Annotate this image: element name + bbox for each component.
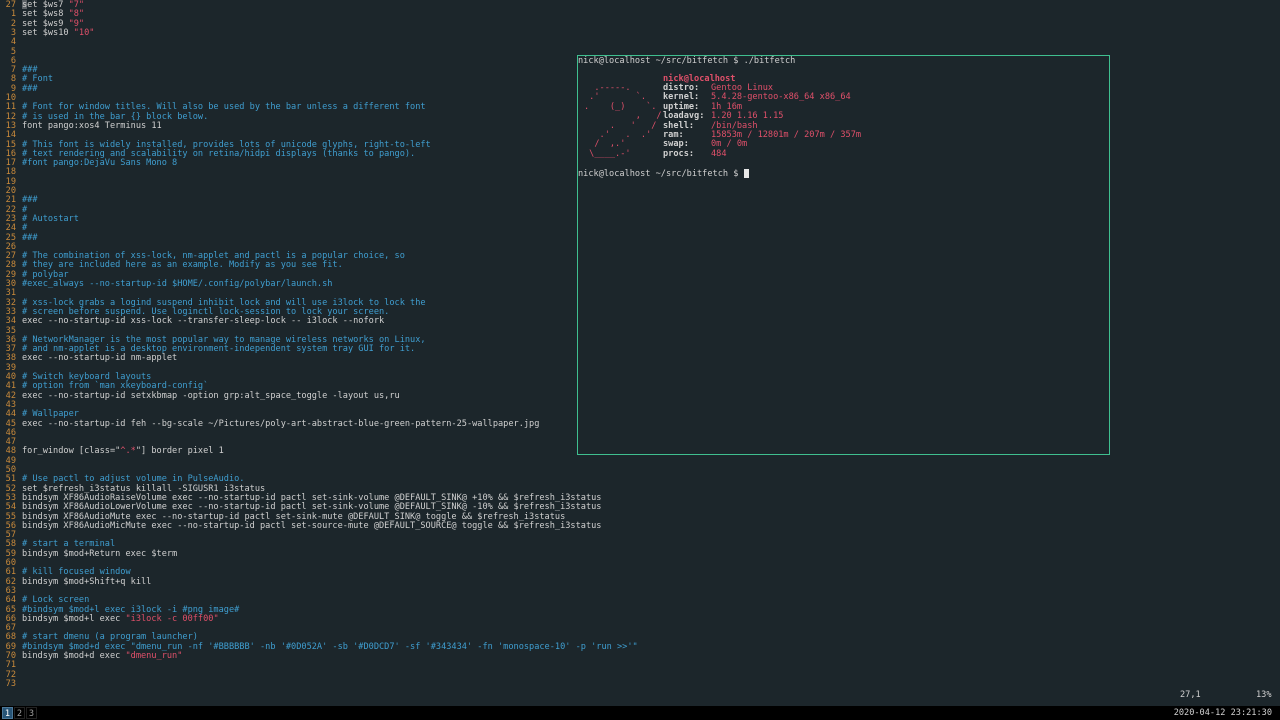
- code-token: exec --no-startup-id setxkbmap -option g…: [22, 390, 400, 401]
- ascii-art-line: \____.-': [584, 148, 631, 159]
- code-token: bindsym $mod+l exec: [22, 613, 126, 624]
- code-token: bindsym $mod+d exec: [22, 651, 126, 661]
- code-line: 56 bindsym XF86AudioMicMute exec --no-sta…: [0, 520, 1280, 531]
- terminal-cursor: [743, 169, 749, 178]
- line-text: bindsym $mod+Return exec $term: [22, 548, 178, 559]
- i3-bar: 123 2020-04-12 23:21:30: [0, 706, 1280, 720]
- code-token: for_window [class=": [22, 446, 121, 457]
- code-token: exec --no-startup-id feh --bg-scale ~/Pi…: [22, 418, 540, 429]
- clock: 2020-04-12 23:21:30: [1173, 708, 1272, 718]
- comment-token: ###: [22, 83, 38, 94]
- line-text: # Autostart: [22, 213, 79, 224]
- comment-token: #font pango:DejaVu Sans Mono 8: [22, 158, 178, 169]
- code-line: 49: [0, 456, 1280, 466]
- code-line: 63: [0, 586, 1280, 596]
- code-line: 62 bindsym $mod+Shift+q kill: [0, 576, 1280, 587]
- code-token: exec --no-startup-id xss-lock --transfer…: [22, 316, 385, 327]
- code-line: 58 # start a terminal: [0, 540, 1280, 550]
- line-text: #exec_always --no-startup-id $HOME/.conf…: [22, 279, 333, 289]
- code-line: 71: [0, 660, 1280, 670]
- workspace-button-3[interactable]: 3: [26, 707, 37, 719]
- info-value: 484: [711, 148, 727, 159]
- comment-token: #exec_always --no-startup-id $HOME/.conf…: [22, 279, 333, 289]
- code-token: bindsym $mod+Return exec $term: [22, 548, 178, 559]
- workspace-button-2[interactable]: 2: [14, 707, 25, 719]
- code-line: 27 set $ws7 "7": [0, 0, 1280, 10]
- line-text: ###: [22, 232, 38, 243]
- line-text: #font pango:DejaVu Sans Mono 8: [22, 158, 178, 169]
- code-token: font pango:xos4 Terminus 11: [22, 120, 162, 131]
- code-line: 66 bindsym $mod+l exec "i3lock -c 00ff00": [0, 613, 1280, 624]
- terminal-window[interactable]: nick@localhost ~/src/bitfetch $ ./bitfet…: [577, 55, 1110, 455]
- code-line: 1 set $ws8 "8": [0, 9, 1280, 19]
- line-text: bindsym $mod+l exec "i3lock -c 00ff00": [22, 613, 219, 624]
- line-text: exec --no-startup-id xss-lock --transfer…: [22, 317, 384, 326]
- code-line: 60: [0, 558, 1280, 568]
- vim-ruler: 27,1 13%: [1160, 690, 1280, 700]
- code-line: 59 bindsym $mod+Return exec $term: [0, 548, 1280, 559]
- line-text: bindsym XF86AudioMicMute exec --no-start…: [22, 520, 602, 531]
- line-text: exec --no-startup-id nm-applet: [22, 354, 177, 363]
- code-token: set $ws10: [22, 27, 74, 38]
- line-text: exec --no-startup-id setxkbmap -option g…: [22, 390, 400, 401]
- line-text: # they are included here as an example. …: [22, 261, 343, 270]
- code-token: "] border pixel 1: [135, 446, 224, 457]
- string-token: ^.*: [120, 446, 136, 457]
- code-token: exec --no-startup-id nm-applet: [22, 353, 178, 364]
- line-text: bindsym $mod+Shift+q kill: [22, 576, 152, 587]
- comment-token: # they are included here as an example. …: [22, 260, 343, 271]
- line-text: for_window [class="^.*"] border pixel 1: [22, 447, 224, 456]
- string-token: "10": [73, 27, 95, 38]
- line-text: font pango:xos4 Terminus 11: [22, 120, 162, 131]
- code-line: 3 set $ws10 "10": [0, 27, 1280, 38]
- terminal-prompt-command: nick@localhost ~/src/bitfetch $ ./bitfet…: [578, 56, 796, 66]
- code-line: 73: [0, 678, 1280, 689]
- workspace-button-1[interactable]: 1: [2, 707, 13, 719]
- editor-cursor: [22, 0, 27, 9]
- scroll-percent: 13%: [1256, 690, 1272, 700]
- comment-token: ###: [22, 232, 38, 243]
- code-line: 2 set $ws9 "9": [0, 19, 1280, 29]
- line-text: bindsym $mod+d exec "dmenu_run": [22, 651, 183, 661]
- info-key: procs:: [663, 148, 695, 159]
- code-line: 57: [0, 530, 1280, 540]
- code-line: 72: [0, 670, 1280, 680]
- line-text: exec --no-startup-id feh --bg-scale ~/Pi…: [22, 418, 540, 429]
- string-token: "dmenu_run": [125, 651, 183, 661]
- code-line: 69 #bindsym $mod+d exec "dmenu_run -nf '#…: [0, 642, 1280, 652]
- terminal-prompt[interactable]: nick@localhost ~/src/bitfetch $: [578, 169, 749, 179]
- code-line: 70 bindsym $mod+d exec "dmenu_run": [0, 651, 1280, 661]
- code-token: bindsym XF86AudioMicMute exec --no-start…: [22, 520, 602, 531]
- comment-token: # Autostart: [22, 213, 79, 224]
- line-text: set $ws10 "10": [22, 27, 95, 38]
- cursor-position: 27,1: [1180, 690, 1201, 700]
- code-token: bindsym $mod+Shift+q kill: [22, 576, 152, 587]
- string-token: "i3lock -c 00ff00": [125, 613, 219, 624]
- line-text: ###: [22, 83, 38, 94]
- code-line: 61 # kill focused window: [0, 567, 1280, 577]
- line-number: 73: [5, 678, 16, 689]
- code-line: 4: [0, 37, 1280, 47]
